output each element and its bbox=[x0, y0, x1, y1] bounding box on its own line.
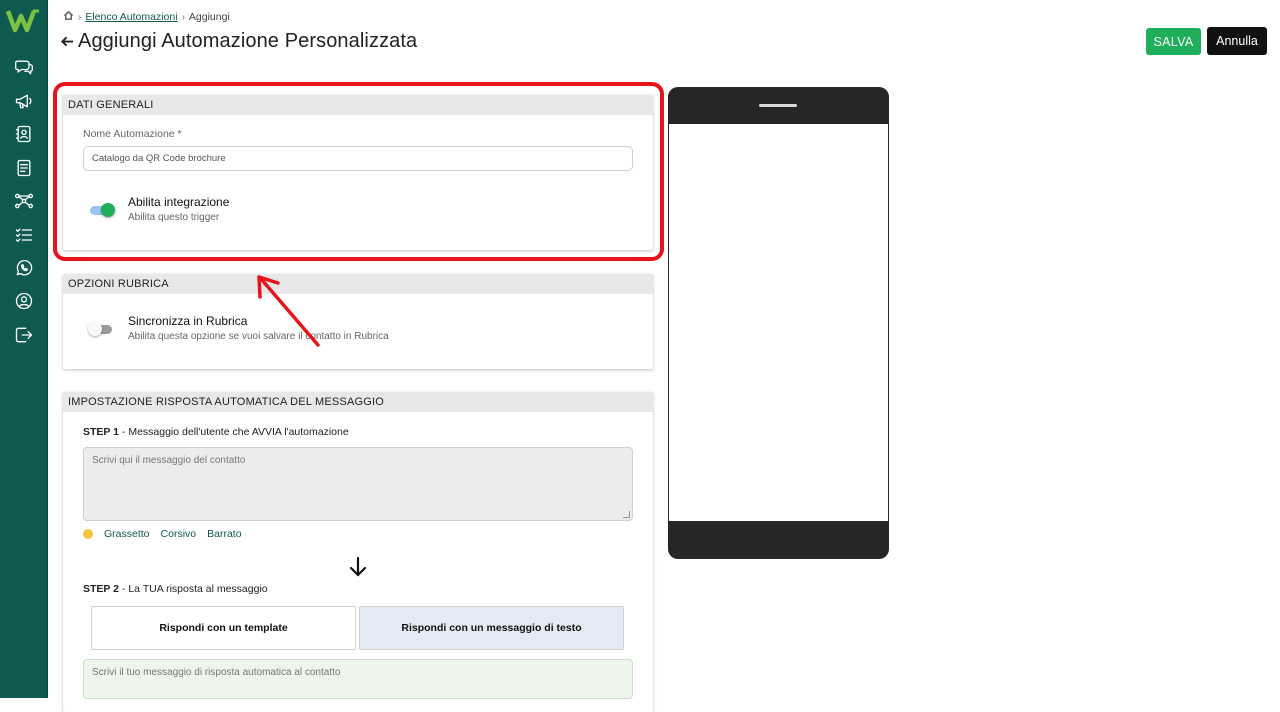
phone-speaker bbox=[759, 104, 797, 107]
user-circle-icon[interactable] bbox=[12, 289, 36, 313]
logout-icon[interactable] bbox=[12, 323, 36, 347]
save-button[interactable]: SALVA bbox=[1146, 28, 1201, 55]
contacts-book-icon[interactable] bbox=[12, 122, 36, 146]
step1-bold: STEP 1 bbox=[83, 426, 119, 438]
chat-bubbles-icon[interactable] bbox=[12, 55, 36, 79]
trigger-message-textarea[interactable]: Scrivi qui il messaggio del contatto bbox=[83, 447, 633, 521]
step1-text: - Messaggio dell'utente che AVVIA l'auto… bbox=[119, 426, 349, 438]
automation-name-input[interactable]: Catalogo da QR Code brochure bbox=[83, 146, 633, 171]
workflow-icon[interactable] bbox=[12, 189, 36, 213]
breadcrumb-separator: › bbox=[181, 11, 185, 23]
italic-format-button[interactable]: Corsivo bbox=[161, 528, 197, 540]
enable-integration-title: Abilita integrazione bbox=[128, 195, 230, 209]
sync-address-book-title: Sincronizza in Rubrica bbox=[128, 314, 248, 328]
format-toolbar: Grassetto Corsivo Barrato bbox=[83, 528, 242, 540]
reply-message-placeholder: Scrivi il tuo messaggio di risposta auto… bbox=[92, 667, 341, 678]
step2-text: - La TUA risposta al messaggio bbox=[119, 583, 268, 595]
home-icon[interactable] bbox=[63, 10, 74, 24]
enable-integration-subtitle: Abilita questo trigger bbox=[128, 212, 220, 223]
bold-format-button[interactable]: Grassetto bbox=[104, 528, 150, 540]
automation-name-label: Nome Automazione * bbox=[83, 128, 182, 140]
step2-bold: STEP 2 bbox=[83, 583, 119, 595]
breadcrumb: › Elenco Automazioni › Aggiungi bbox=[63, 10, 230, 24]
page-header: Aggiungi Automazione Personalizzata bbox=[60, 30, 417, 53]
card-header-auto-reply: IMPOSTAZIONE RISPOSTA AUTOMATICA DEL MES… bbox=[63, 392, 653, 412]
back-arrow-icon[interactable] bbox=[60, 34, 76, 50]
brand-logo[interactable] bbox=[5, 8, 42, 34]
step2-label: STEP 2 - La TUA risposta al messaggio bbox=[83, 583, 268, 595]
cancel-button[interactable]: Annulla bbox=[1207, 27, 1267, 55]
sidebar bbox=[0, 0, 48, 698]
sync-address-book-toggle[interactable] bbox=[88, 322, 116, 336]
breadcrumb-link-automations[interactable]: Elenco Automazioni bbox=[85, 11, 177, 23]
megaphone-icon[interactable] bbox=[12, 89, 36, 113]
phone-preview bbox=[668, 87, 889, 559]
page-title: Aggiungi Automazione Personalizzata bbox=[78, 30, 418, 52]
reply-with-template-button[interactable]: Rispondi con un template bbox=[91, 606, 356, 650]
card-header-general: DATI GENERALI bbox=[63, 95, 653, 115]
breadcrumb-current: Aggiungi bbox=[188, 11, 230, 23]
resize-handle-icon[interactable] bbox=[623, 511, 630, 518]
whatsapp-icon[interactable] bbox=[12, 256, 36, 280]
document-icon[interactable] bbox=[12, 156, 36, 180]
enable-integration-toggle[interactable] bbox=[88, 203, 116, 217]
emoji-icon[interactable] bbox=[83, 529, 93, 539]
sync-address-book-subtitle: Abilita questa opzione se vuoi salvare i… bbox=[128, 331, 389, 342]
phone-screen bbox=[669, 124, 888, 521]
checklist-icon[interactable] bbox=[12, 223, 36, 247]
general-data-card: DATI GENERALI bbox=[63, 95, 653, 250]
reply-with-text-button[interactable]: Rispondi con un messaggio di testo bbox=[359, 606, 624, 650]
strikethrough-format-button[interactable]: Barrato bbox=[207, 528, 241, 540]
reply-message-textarea[interactable]: Scrivi il tuo messaggio di risposta auto… bbox=[83, 659, 633, 699]
card-header-rubrica: OPZIONI RUBRICA bbox=[63, 274, 653, 294]
step1-label: STEP 1 - Messaggio dell'utente che AVVIA… bbox=[83, 426, 349, 438]
breadcrumb-separator: › bbox=[78, 11, 82, 23]
trigger-message-placeholder: Scrivi qui il messaggio del contatto bbox=[92, 455, 246, 466]
arrow-down-icon bbox=[347, 556, 369, 578]
